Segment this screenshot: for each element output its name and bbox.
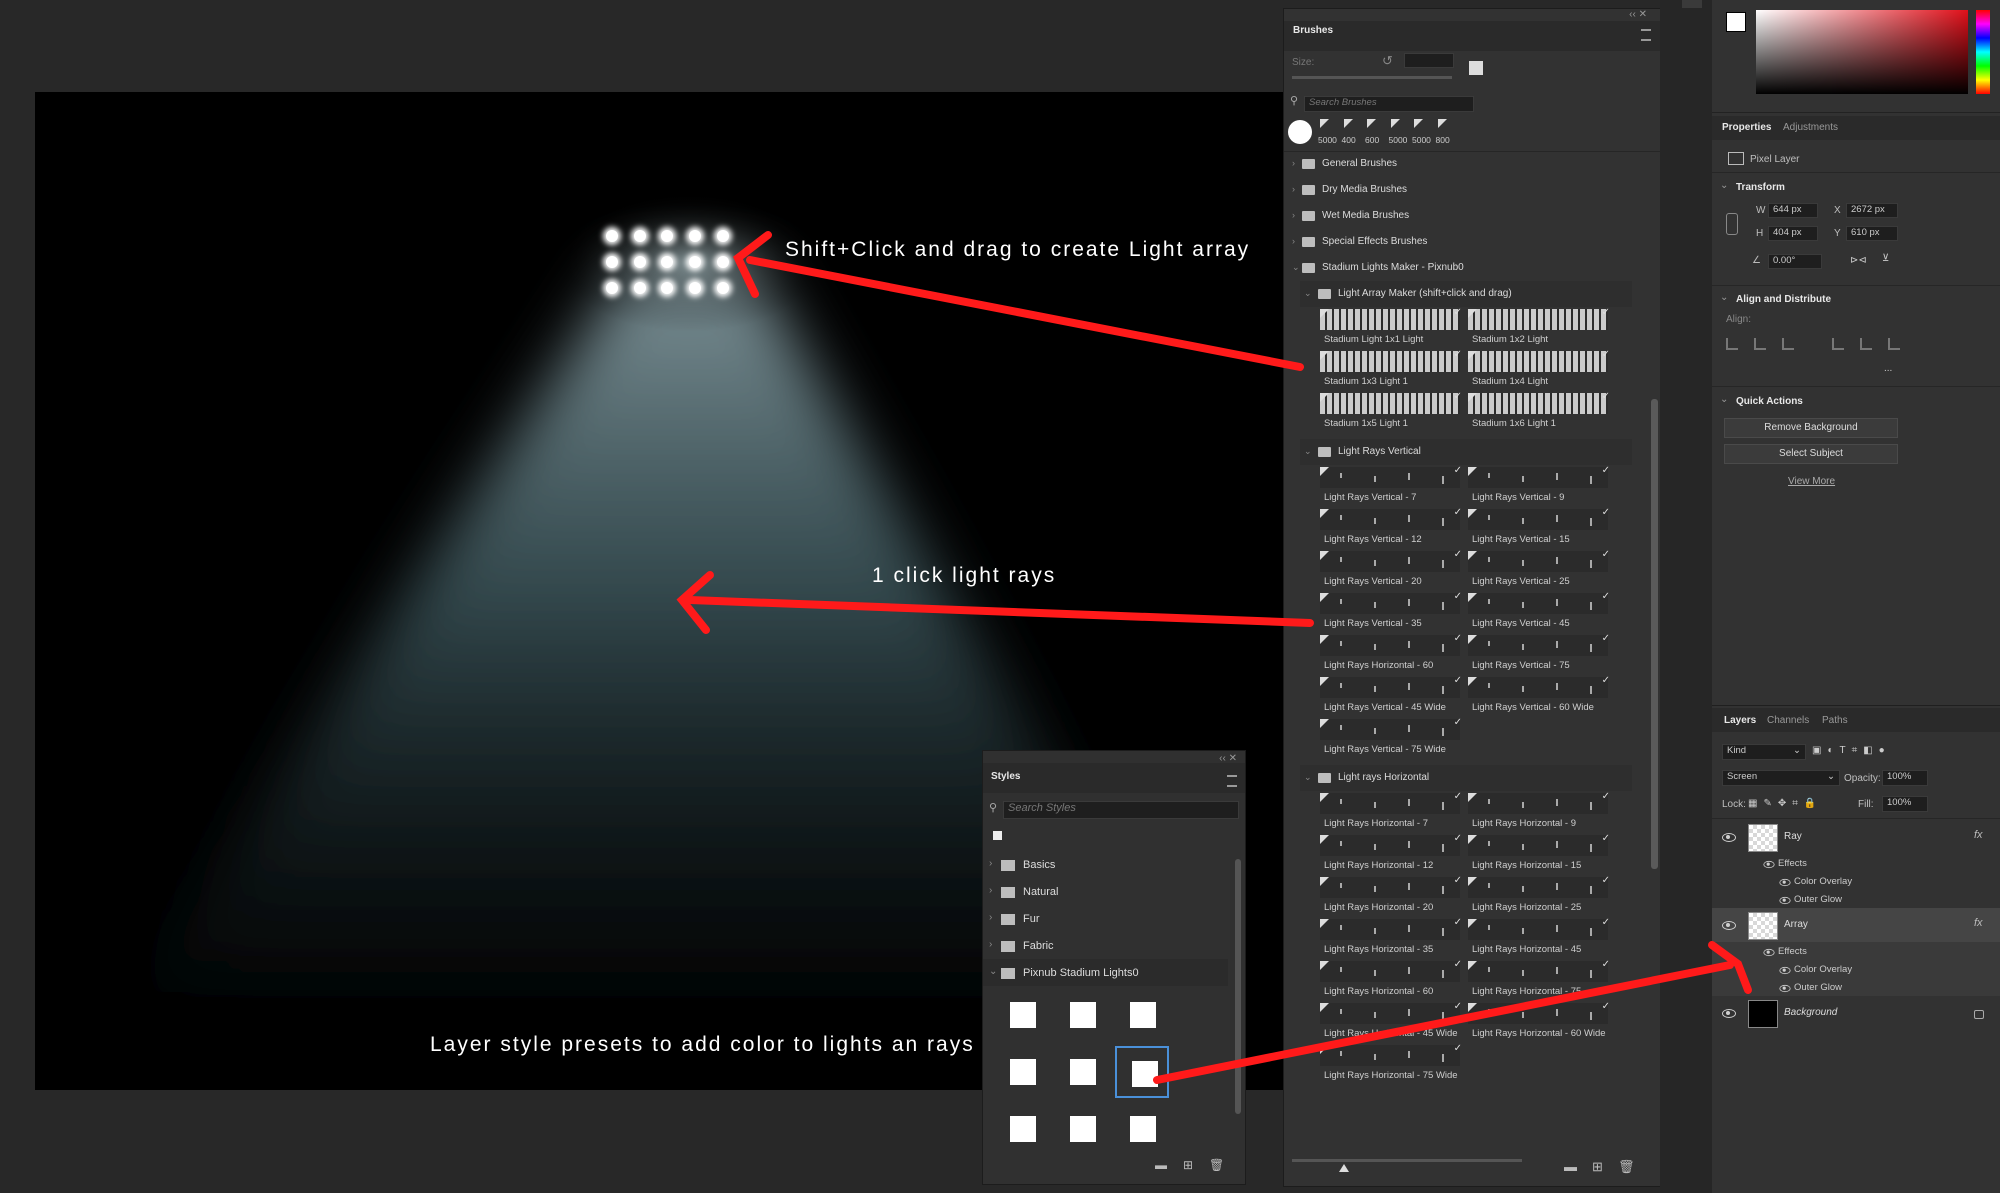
annotation-arrows [676,231,1752,1084]
